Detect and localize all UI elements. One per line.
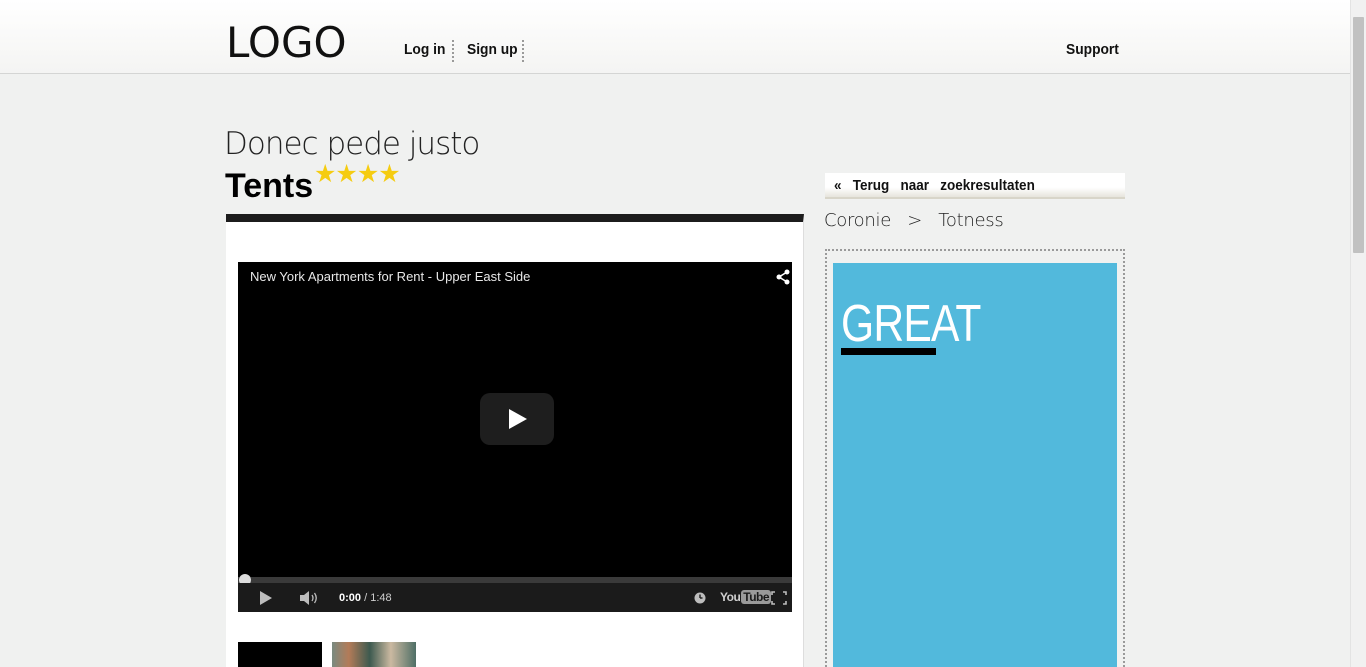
page: LOGO Log in Sign up Support Donec pede j… — [0, 0, 1366, 667]
video-player[interactable]: New York Apartments for Rent - Upper Eas… — [238, 262, 792, 612]
volume-icon[interactable] — [300, 591, 320, 605]
youtube-brand-tube: Tube — [741, 590, 772, 604]
back-to-results-bar[interactable]: « Terug naar zoekresultaten — [825, 173, 1125, 199]
video-time: 0:00 / 1:48 — [339, 591, 392, 605]
vertical-scrollbar[interactable] — [1350, 0, 1366, 667]
share-icon[interactable] — [775, 269, 791, 285]
play-icon[interactable] — [259, 591, 273, 605]
star-rating: ★★★★ — [314, 160, 401, 188]
nav-divider — [452, 40, 454, 62]
duration: / 1:48 — [364, 592, 392, 604]
fullscreen-icon[interactable] — [771, 591, 787, 605]
support-link[interactable]: Support — [1066, 40, 1119, 60]
listing-subtitle: Donec pede justo — [224, 126, 480, 162]
scrollbar-thumb[interactable] — [1353, 17, 1364, 253]
site-header: LOGO Log in Sign up Support — [0, 0, 1350, 74]
current-time: 0:00 — [339, 592, 362, 604]
youtube-brand-you: You — [720, 590, 741, 604]
listing-title: Tents — [225, 167, 314, 205]
breadcrumb[interactable]: Coronie > Totness — [824, 210, 1004, 232]
gallery-thumbnail[interactable] — [238, 642, 322, 667]
video-controls: 0:00 / 1:48 You Tube — [238, 583, 792, 612]
play-button[interactable] — [480, 393, 554, 445]
login-link[interactable]: Log in — [404, 40, 445, 60]
back-to-results-link[interactable]: « Terug naar zoekresultaten — [834, 177, 1035, 195]
video-title[interactable]: New York Apartments for Rent - Upper Eas… — [250, 269, 530, 285]
gallery-thumbnail[interactable] — [332, 642, 416, 667]
ad-banner[interactable]: GREAT — [833, 263, 1117, 667]
signup-link[interactable]: Sign up — [467, 40, 518, 60]
site-logo[interactable]: LOGO — [226, 18, 347, 68]
watch-later-icon[interactable] — [694, 592, 706, 604]
youtube-logo[interactable]: You Tube — [720, 589, 772, 605]
play-icon — [509, 409, 527, 429]
ad-headline: GREAT — [841, 295, 981, 353]
ad-underline — [841, 348, 936, 355]
nav-divider — [522, 40, 524, 62]
